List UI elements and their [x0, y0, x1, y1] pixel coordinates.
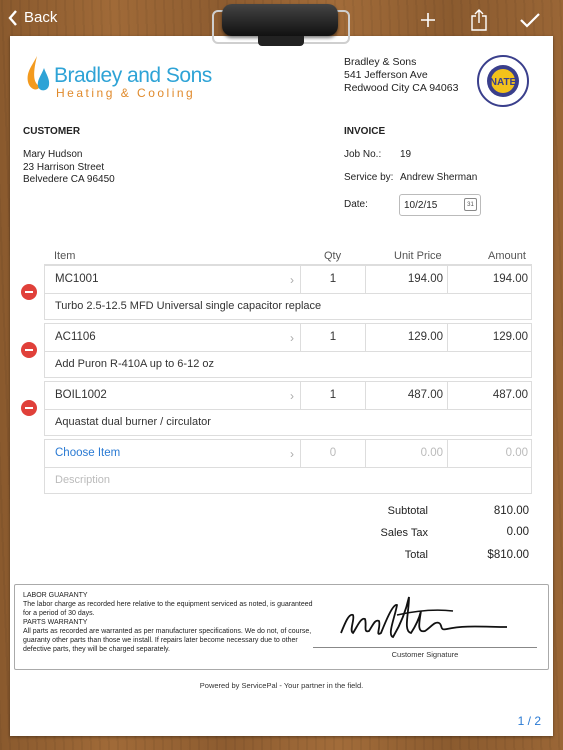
back-button[interactable]: Back — [8, 9, 57, 26]
item-cell[interactable]: MC1001 › — [45, 266, 301, 294]
col-head-item: Item — [54, 250, 76, 262]
customer-block: Mary Hudson 23 Harrison Street Belvedere… — [23, 149, 115, 187]
nate-badge-text: NATE — [490, 77, 517, 88]
parts-text: All parts as recorded are warranted as p… — [23, 628, 312, 653]
chevron-left-icon — [8, 9, 17, 26]
qty-cell[interactable]: 1 — [301, 324, 366, 352]
item-code: AC1106 — [55, 331, 96, 343]
signature-line — [313, 647, 537, 648]
total-value: $810.00 — [487, 549, 529, 561]
chevron-right-icon: › — [290, 273, 294, 287]
table-row: MC1001 › 1 194.00 194.00 Turbo 2.5-12.5 M… — [44, 265, 532, 320]
company-address-line1: 541 Jefferson Ave — [344, 69, 428, 81]
back-label: Back — [24, 9, 58, 26]
job-label: Job No.: — [344, 149, 382, 160]
invoice-heading: INVOICE — [344, 126, 386, 137]
service-label: Service by: — [344, 172, 394, 183]
choose-item-cell[interactable]: Choose Item › — [45, 440, 301, 468]
description-cell[interactable]: Turbo 2.5-12.5 MFD Universal single capa… — [45, 294, 532, 320]
choose-item-label: Choose Item — [55, 447, 121, 459]
amount-cell: 0.00 — [448, 440, 532, 468]
signature-image[interactable] — [335, 593, 515, 645]
company-name: Bradley and Sons — [54, 64, 212, 87]
calendar-icon[interactable]: 31 — [464, 198, 477, 211]
company-tagline: Heating & Cooling — [56, 86, 196, 100]
guarantee-text: LABOR GUARANTY The labor charge as recor… — [23, 591, 313, 654]
table-row: AC1106 › 1 129.00 129.00 Add Puron R-410A… — [44, 323, 532, 378]
date-field[interactable]: 10/2/15 31 — [399, 194, 481, 216]
table-row: BOIL1002 › 1 487.00 487.00 Aquastat dual … — [44, 381, 532, 436]
checkmark-icon[interactable] — [518, 8, 542, 32]
company-address-name: Bradley & Sons — [344, 56, 417, 68]
qty-cell[interactable]: 0 — [301, 440, 366, 468]
description-input[interactable]: Description — [45, 468, 532, 494]
amount-cell: 129.00 — [448, 324, 532, 352]
item-code: BOIL1002 — [55, 389, 107, 401]
amount-cell: 487.00 — [448, 382, 532, 410]
clipboard-clip-tab — [258, 36, 304, 46]
invoice-paper: Bradley and Sons Heating & Cooling Bradl… — [10, 36, 553, 736]
add-icon[interactable] — [416, 8, 440, 32]
chevron-right-icon: › — [290, 389, 294, 403]
new-item-row: Choose Item › 0 0.00 0.00 Description — [44, 439, 532, 494]
labor-text: The labor charge as recorded here relati… — [23, 601, 313, 617]
amount-cell: 194.00 — [448, 266, 532, 294]
remove-row-button[interactable] — [21, 284, 37, 300]
customer-street: 23 Harrison Street — [23, 161, 105, 173]
guarantee-box: LABOR GUARANTY The labor charge as recor… — [14, 584, 549, 670]
customer-city: Belvedere CA 96450 — [23, 174, 115, 185]
price-cell[interactable]: 487.00 — [366, 382, 448, 410]
col-head-qty: Qty — [324, 250, 342, 262]
labor-title: LABOR GUARANTY — [23, 592, 88, 599]
signature-label: Customer Signature — [391, 650, 459, 659]
powered-by: Powered by ServicePal - Your partner in … — [199, 681, 364, 690]
company-address: Bradley & Sons 541 Jefferson Ave Redwood… — [344, 56, 458, 95]
remove-row-button[interactable] — [21, 400, 37, 416]
service-value[interactable]: Andrew Sherman — [400, 172, 477, 183]
parts-title: PARTS WARRANTY — [23, 619, 88, 626]
qty-cell[interactable]: 1 — [301, 266, 366, 294]
price-cell[interactable]: 194.00 — [366, 266, 448, 294]
col-head-unit-price: Unit Price — [394, 250, 442, 262]
subtotal-value: 810.00 — [493, 505, 529, 517]
price-cell[interactable]: 0.00 — [366, 440, 448, 468]
col-head-amount: Amount — [488, 250, 526, 262]
chevron-right-icon: › — [290, 447, 294, 461]
flame-drop-logo-icon — [27, 56, 50, 91]
subtotal-label: Subtotal — [387, 505, 428, 517]
tax-label: Sales Tax — [380, 527, 429, 539]
item-code: MC1001 — [55, 273, 99, 285]
share-icon[interactable] — [467, 8, 491, 32]
chevron-right-icon: › — [290, 331, 294, 345]
remove-row-button[interactable] — [21, 342, 37, 358]
page-indicator[interactable]: 1 / 2 — [518, 714, 541, 728]
customer-heading: CUSTOMER — [23, 126, 81, 137]
qty-cell[interactable]: 1 — [301, 382, 366, 410]
nate-badge-icon: NATE — [477, 55, 529, 107]
date-label: Date: — [344, 199, 368, 210]
customer-name: Mary Hudson — [23, 149, 83, 160]
job-value[interactable]: 19 — [400, 149, 411, 160]
tax-value[interactable]: 0.00 — [449, 526, 529, 538]
description-cell[interactable]: Add Puron R-410A up to 6-12 oz — [45, 352, 532, 378]
item-cell[interactable]: AC1106 › — [45, 324, 301, 352]
clipboard-clip — [222, 4, 338, 36]
price-cell[interactable]: 129.00 — [366, 324, 448, 352]
item-cell[interactable]: BOIL1002 › — [45, 382, 301, 410]
description-cell[interactable]: Aquastat dual burner / circulator — [45, 410, 532, 436]
total-label: Total — [404, 549, 428, 561]
date-value: 10/2/15 — [404, 200, 438, 211]
company-address-line2: Redwood City CA 94063 — [344, 82, 459, 94]
